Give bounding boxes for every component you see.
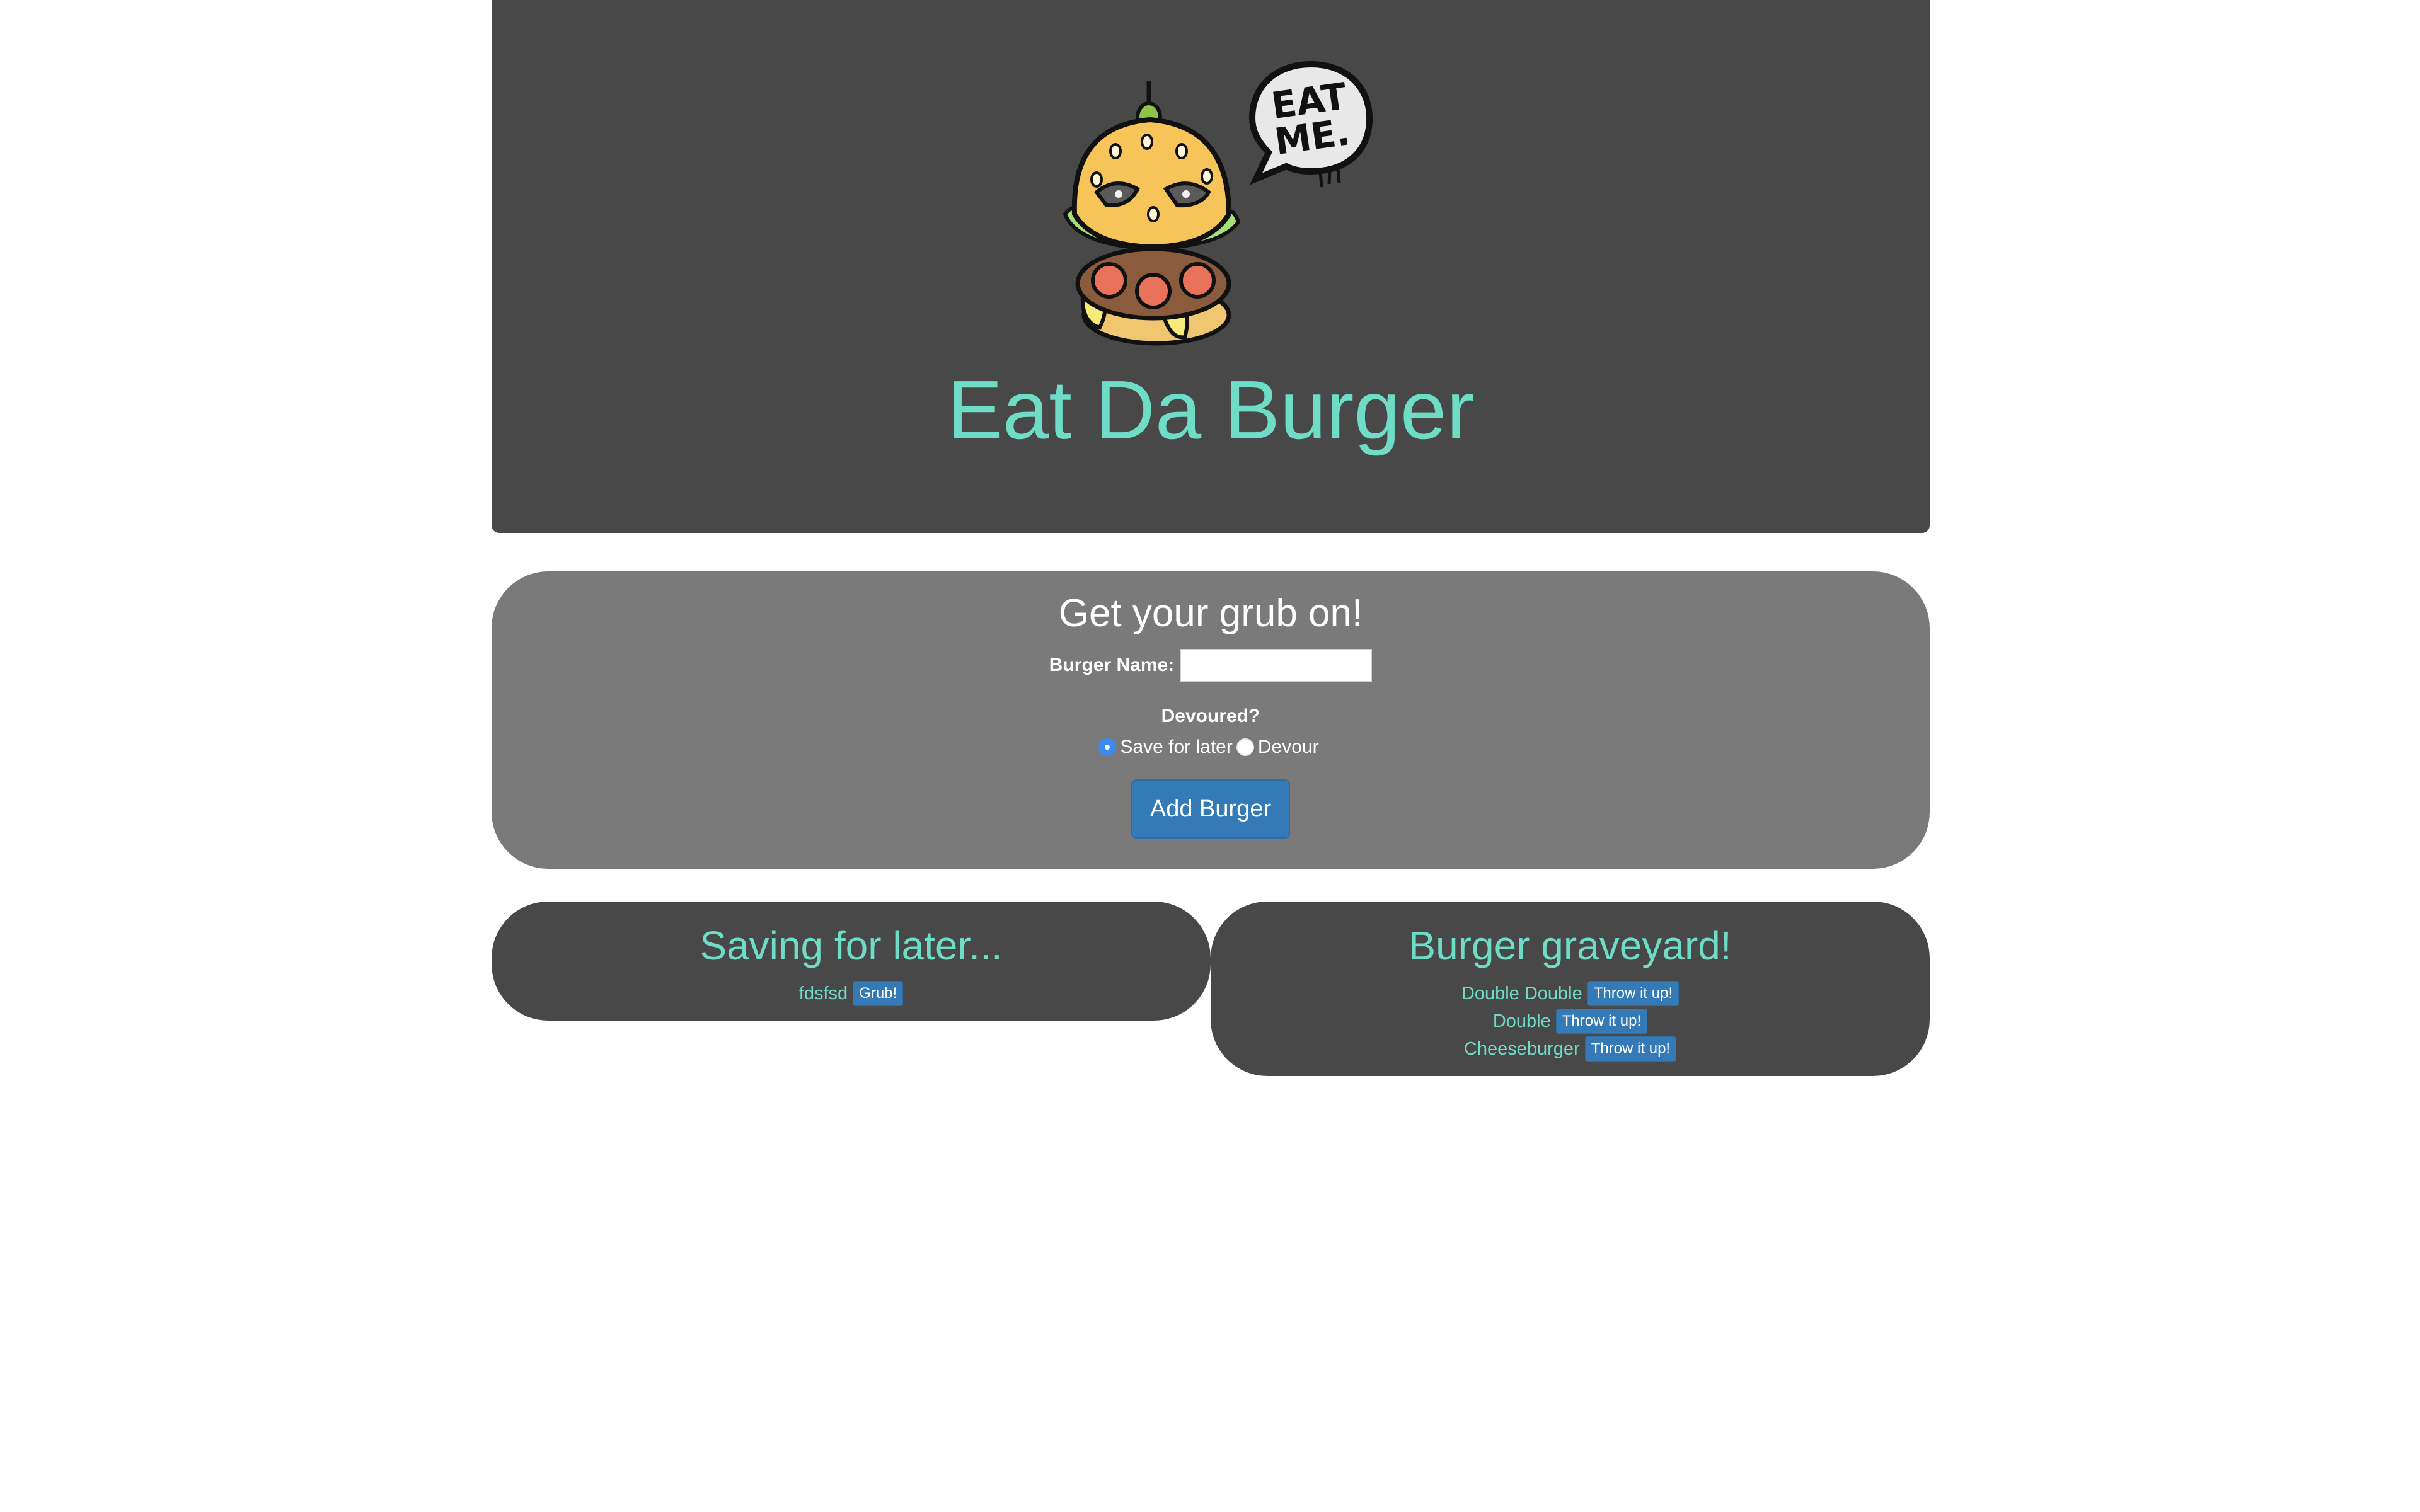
save-for-later-radio[interactable] [1098,738,1117,756]
burger-graveyard-panel: Burger graveyard! Double Double Throw it… [1211,902,1930,1076]
saving-list: fdsfsd Grub! [492,980,1211,1007]
saving-panel-title: Saving for later... [700,923,1003,968]
save-for-later-label[interactable]: Save for later [1120,736,1232,758]
burger-name: Double [1492,1011,1551,1031]
burger-name-input[interactable] [1180,649,1373,682]
saving-for-later-panel: Saving for later... fdsfsd Grub! [492,902,1211,1021]
burger-name-label: Burger Name: [1049,655,1175,675]
devoured-label: Devoured? [1161,706,1260,726]
burger-logo [1040,57,1248,353]
add-burger-button[interactable]: Add Burger [1131,779,1290,839]
burger-name: Cheeseburger [1463,1038,1580,1059]
burger-name-row: Burger Name: [492,649,1930,682]
list-item: Double Double Throw it up! [1211,980,1930,1007]
throw-it-up-button[interactable]: Throw it up! [1584,1036,1677,1062]
site-title: Eat Da Burger [947,364,1475,456]
graveyard-panel-title: Burger graveyard! [1409,923,1732,968]
throw-it-up-button[interactable]: Throw it up! [1587,981,1680,1006]
devoured-radio-group: Save for later Devour [492,736,1930,758]
graveyard-list: Double Double Throw it up! Double Throw … [1211,980,1930,1063]
form-title: Get your grub on! [1058,592,1363,635]
list-item: fdsfsd Grub! [492,980,1211,1007]
list-item: Double Throw it up! [1211,1007,1930,1035]
eat-me-speech-bubble: EAT ME. [1245,58,1377,197]
list-item: Cheeseburger Throw it up! [1211,1035,1930,1063]
devour-label[interactable]: Devour [1258,736,1319,758]
grub-button[interactable]: Grub! [853,981,904,1006]
throw-it-up-button[interactable]: Throw it up! [1555,1009,1648,1034]
burger-name: Double Double [1461,983,1582,1004]
header-jumbotron: EAT ME. Eat Da Burger [492,0,1930,533]
devour-radio[interactable] [1236,738,1254,756]
add-burger-form: Get your grub on! Burger Name: Devoured?… [492,571,1930,869]
burger-name: fdsfsd [798,983,848,1004]
